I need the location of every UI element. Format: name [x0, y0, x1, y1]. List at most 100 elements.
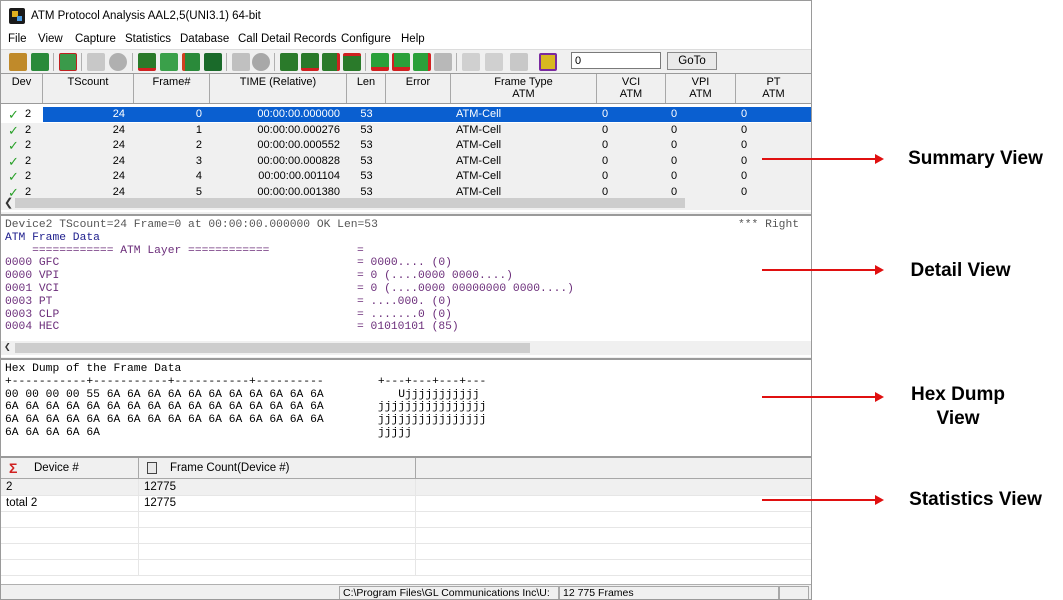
menu-call-detail-records[interactable]: Call Detail Records — [238, 33, 336, 45]
menu-capture[interactable]: Capture — [75, 33, 116, 45]
stats-row[interactable] — [1, 511, 811, 528]
cell-tscount: 24 — [112, 154, 125, 167]
hex-dump-line: 6A 6A 6A 6A 6A jjjjj — [5, 427, 412, 439]
cell-frame: 0 — [195, 108, 202, 120]
stats-arrow — [762, 495, 884, 505]
scroll-left-icon[interactable]: ❮ — [4, 341, 11, 355]
pdd-icon[interactable] — [510, 53, 528, 71]
statistics-icon[interactable] — [182, 53, 200, 71]
filter-disabled-icon[interactable] — [434, 53, 452, 71]
column-header-pt[interactable]: PT ATM — [736, 74, 811, 103]
search-binoculars-icon[interactable] — [280, 53, 298, 71]
detail-field-name[interactable]: 0003 CLP — [5, 309, 59, 322]
stats-cell-count — [139, 527, 416, 543]
stats-cell-count — [139, 559, 416, 575]
cell-dev: 2 — [25, 154, 32, 167]
column-header-vpi[interactable]: VPI ATM — [666, 74, 736, 103]
record-icon[interactable] — [252, 53, 270, 71]
detail-field-name[interactable]: 0000 GFC — [5, 257, 59, 270]
stats-row[interactable] — [1, 559, 811, 576]
stats-row[interactable] — [1, 527, 811, 544]
filter-check-icon[interactable] — [59, 53, 77, 71]
goto-frame-input[interactable] — [571, 52, 661, 69]
ok-check-icon: ✓ — [8, 122, 19, 138]
table-view-icon[interactable] — [539, 53, 557, 71]
statistics-view: Σ Device # Frame Count(Device #) 2 12775 t… — [1, 456, 811, 586]
save-icon[interactable] — [204, 53, 222, 71]
cell-pt: 0 — [741, 170, 748, 182]
menu-help[interactable]: Help — [401, 33, 425, 45]
search-up-icon[interactable] — [343, 53, 361, 71]
open-file-icon[interactable] — [31, 53, 49, 71]
column-header-error[interactable]: Error — [386, 74, 451, 103]
stats-row[interactable]: 2 12775 — [1, 479, 811, 496]
cell-time: 00:00:00.000552 — [257, 139, 340, 151]
column-header-tscount[interactable]: TScount — [43, 74, 134, 103]
table-row[interactable]: ✓ 2 24 4 00:00:00.001104 53 ATM-Cell 0 0 0 — [1, 169, 811, 185]
search-next-icon[interactable] — [301, 53, 319, 71]
menu-database[interactable]: Database — [180, 33, 229, 45]
column-header-time[interactable]: TIME (Relative) — [210, 74, 347, 103]
table-row[interactable]: ✓ 2 24 0 00:00:00.000000 53 ATM-Cell 0 0 0 — [1, 107, 811, 123]
compare-c-icon[interactable] — [462, 53, 480, 71]
detail-field-value: = .......0 (0) — [357, 308, 452, 321]
detail-horizontal-scrollbar[interactable]: ❮ — [1, 341, 811, 355]
stats-cell-device — [1, 527, 139, 543]
app-icon — [9, 8, 25, 24]
filter-funnel-icon[interactable] — [413, 53, 431, 71]
menu-bar: File View Capture Statistics Database Ca… — [1, 31, 811, 49]
list-icon[interactable] — [232, 53, 250, 71]
menu-statistics[interactable]: Statistics — [125, 33, 171, 45]
table-row[interactable]: ✓ 2 24 1 00:00:00.000276 53 ATM-Cell 0 0 0 — [1, 122, 811, 138]
tools-icon[interactable] — [87, 53, 105, 71]
stats-row[interactable] — [1, 543, 811, 560]
cell-time: 00:00:00.000000 — [257, 108, 340, 120]
scrollbar-thumb[interactable] — [15, 198, 685, 208]
column-header-dev[interactable]: Dev — [1, 74, 43, 103]
cell-error — [386, 169, 451, 184]
callout-summary-view: Summary View — [908, 148, 1043, 169]
detail-field-value: = 0 (....0000 00000000 0000....) — [357, 283, 574, 295]
menu-configure[interactable]: Configure — [341, 33, 391, 45]
stats-row[interactable]: total 2 12775 — [1, 495, 811, 512]
column-header-len[interactable]: Len — [347, 74, 386, 103]
cell-frame-type: ATM-Cell — [456, 170, 502, 182]
column-header-frame[interactable]: Frame# — [134, 74, 210, 103]
capture-start-icon[interactable] — [138, 53, 156, 71]
detail-field-name[interactable]: 0003 PT — [5, 296, 52, 309]
compare-d-icon[interactable] — [485, 53, 503, 71]
column-header-frame-count[interactable]: Frame Count(Device #) — [139, 458, 416, 478]
scroll-left-icon[interactable]: ❮ — [4, 196, 13, 210]
cell-pt: 0 — [741, 139, 748, 151]
filter-set-icon[interactable] — [371, 53, 389, 71]
detail-field-name[interactable]: 0000 VPI — [5, 270, 59, 283]
detail-field-name[interactable]: 0004 HEC — [5, 321, 59, 334]
application-window: ATM Protocol Analysis AAL2,5(UNI3.1) 64-… — [0, 0, 812, 600]
hex-arrow — [762, 392, 884, 402]
menu-file[interactable]: File — [8, 33, 27, 45]
column-header-device[interactable]: Σ Device # — [1, 458, 139, 478]
table-row[interactable]: ✓ 2 24 2 00:00:00.000552 53 ATM-Cell 0 0 0 — [1, 138, 811, 154]
status-path: C:\Program Files\GL Communications Inc\U… — [339, 586, 559, 599]
detail-field-name[interactable]: 0001 VCI — [5, 283, 59, 296]
cell-vpi: 0 — [671, 123, 678, 136]
cell-error — [386, 138, 451, 153]
column-header-frame-type[interactable]: Frame Type ATM — [451, 74, 597, 103]
menu-view[interactable]: View — [38, 33, 63, 45]
capture-green-icon[interactable] — [160, 53, 178, 71]
scrollbar-thumb[interactable] — [15, 343, 530, 353]
search-down-icon[interactable] — [322, 53, 340, 71]
stats-cell-device — [1, 543, 139, 559]
hex-dump-title: Hex Dump of the Frame Data — [5, 363, 182, 375]
column-header-vci[interactable]: VCI ATM — [597, 74, 666, 103]
summary-horizontal-scrollbar[interactable]: ❮ — [1, 196, 811, 210]
hex-dump-view: Hex Dump of the Frame Data +-----------+… — [1, 358, 811, 456]
filter-set-alt-icon[interactable] — [392, 53, 410, 71]
detail-header: Device2 TScount=24 Frame=0 at 00:00:00.0… — [5, 219, 378, 231]
cell-len: 53 — [360, 108, 373, 120]
stop-icon[interactable] — [109, 53, 127, 71]
cell-time: 00:00:00.000828 — [257, 154, 340, 167]
goto-button[interactable]: GoTo — [667, 52, 717, 70]
table-row[interactable]: ✓ 2 24 3 00:00:00.000828 53 ATM-Cell 0 0 0 — [1, 153, 811, 169]
open-folder-icon[interactable] — [9, 53, 27, 71]
